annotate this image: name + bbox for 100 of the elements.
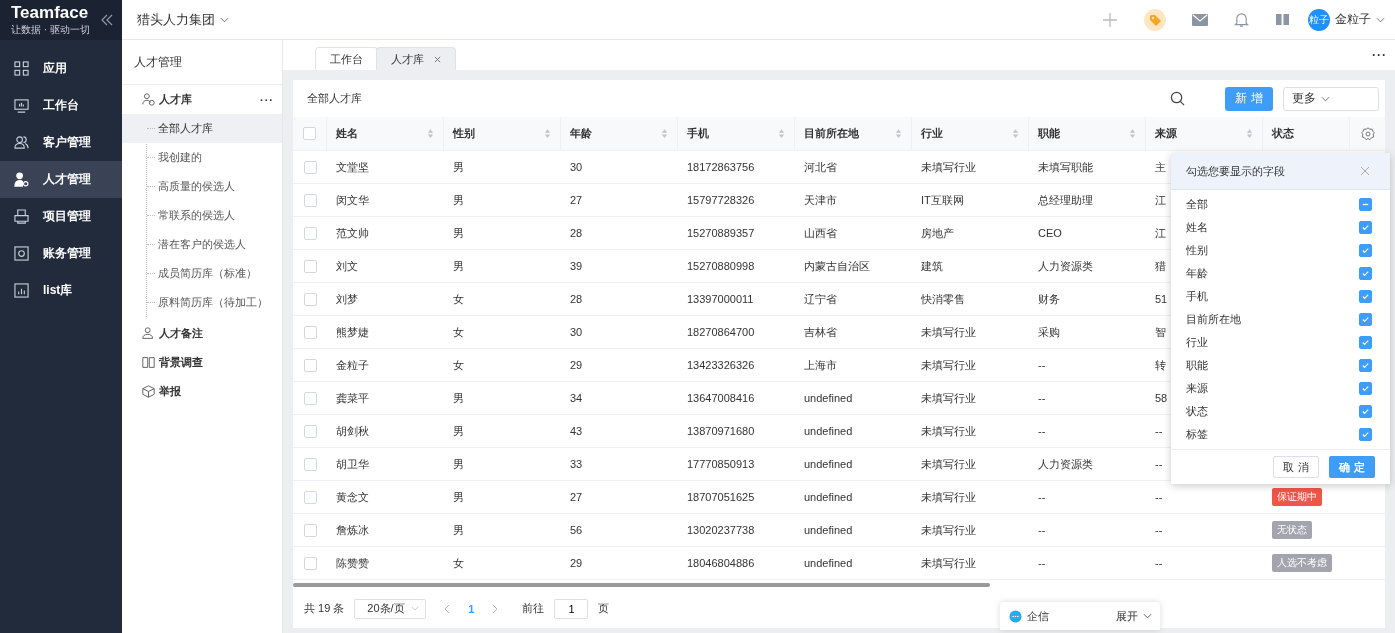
checkbox[interactable] <box>303 424 317 438</box>
checkbox[interactable] <box>1359 428 1372 441</box>
nav-item[interactable]: 人才管理 <box>0 161 122 198</box>
book-icon[interactable] <box>1275 13 1290 26</box>
more-icon[interactable]: ··· <box>260 93 274 106</box>
nav-item[interactable]: 客户管理 <box>0 124 122 161</box>
nav-item[interactable]: 工作台 <box>0 87 122 124</box>
checkbox[interactable] <box>1359 405 1372 418</box>
cancel-button[interactable]: 取 消 <box>1273 456 1319 478</box>
tree-item[interactable]: 高质量的侯选人 <box>122 172 282 201</box>
tree-item[interactable]: 常联系的侯选人 <box>122 201 282 230</box>
table-cell: 财务 <box>1038 291 1060 307</box>
more-button[interactable]: 更多 <box>1283 86 1379 111</box>
close-icon[interactable] <box>434 55 441 63</box>
monitor-icon <box>14 98 29 113</box>
table-cell: -- <box>1038 425 1046 437</box>
checkbox[interactable] <box>303 160 317 174</box>
table-cell: 女 <box>453 357 464 373</box>
add-icon[interactable] <box>1102 11 1118 28</box>
tab[interactable]: 人才库 <box>376 47 456 70</box>
user-menu[interactable]: 粒子 金粒子 <box>1308 8 1385 31</box>
column-header[interactable]: 年龄 <box>561 117 678 150</box>
checkbox[interactable] <box>303 457 317 471</box>
page-input[interactable]: 1 <box>554 598 589 619</box>
search-icon[interactable] <box>1170 91 1185 106</box>
tree-item[interactable]: 原料简历库（待加工） <box>122 288 282 317</box>
sort-icon <box>895 128 902 139</box>
column-header[interactable]: 姓名 <box>327 117 444 150</box>
page-size-select[interactable]: 20条/页 <box>354 598 427 619</box>
tag-icon[interactable] <box>1144 8 1166 31</box>
column-header[interactable]: 行业 <box>912 117 1029 150</box>
close-icon[interactable] <box>1360 166 1370 176</box>
checkbox[interactable] <box>303 193 317 207</box>
column-header[interactable]: 手机 <box>678 117 795 150</box>
table-cell: 智 <box>1155 324 1166 340</box>
checkbox[interactable] <box>303 523 317 537</box>
tree-group[interactable]: 背景调查 <box>122 348 282 377</box>
checkbox[interactable] <box>1359 290 1372 303</box>
table-cell: 39 <box>570 260 583 272</box>
tree-item[interactable]: 潜在客户的侯选人 <box>122 230 282 259</box>
chat-widget[interactable]: 企信 展开 <box>1000 602 1160 630</box>
checkbox[interactable] <box>303 226 317 240</box>
tree-group[interactable]: 人才备注 <box>122 319 282 348</box>
column-header[interactable]: 状态 <box>1263 117 1350 150</box>
nav-item[interactable]: list库 <box>0 272 122 309</box>
more-icon[interactable]: ··· <box>1372 48 1387 62</box>
checkbox[interactable] <box>303 391 317 405</box>
tree-group[interactable]: 举报 <box>122 377 282 406</box>
expand-link[interactable]: 展开 <box>1116 608 1138 624</box>
next-icon[interactable] <box>492 603 499 614</box>
checkbox[interactable] <box>1359 336 1372 349</box>
bell-icon[interactable] <box>1234 12 1249 27</box>
column-header[interactable]: 性别 <box>444 117 561 150</box>
checkbox[interactable] <box>1359 313 1372 326</box>
column-header[interactable]: 来源 <box>1146 117 1263 150</box>
column-header[interactable]: 目前所在地 <box>795 117 912 150</box>
settings-icon[interactable] <box>1360 126 1375 141</box>
table-cell: 未填写行业 <box>921 324 976 340</box>
table-cell: 18172863756 <box>687 161 755 173</box>
field-label: 状态 <box>1186 404 1208 419</box>
collapse-icon[interactable] <box>100 13 114 27</box>
person-icon <box>142 327 155 340</box>
table-cell: 未填写行业 <box>921 522 976 538</box>
scrollbar[interactable] <box>293 582 990 587</box>
company-switcher[interactable]: 猎头人力集团 <box>137 10 229 29</box>
table-cell: 内蒙古自治区 <box>804 258 870 274</box>
book-icon <box>142 356 155 369</box>
nav-item[interactable]: 项目管理 <box>0 198 122 235</box>
checkbox[interactable] <box>303 490 317 504</box>
checkbox[interactable] <box>1359 221 1372 234</box>
checkbox[interactable] <box>303 292 317 306</box>
table-cell: undefined <box>804 557 853 569</box>
tree-item[interactable]: 成员简历库（标准） <box>122 259 282 288</box>
checkbox[interactable] <box>1359 267 1372 280</box>
table-cell: 30 <box>570 326 583 338</box>
nav-item[interactable]: 账务管理 <box>0 235 122 272</box>
nav-item[interactable]: 应用 <box>0 50 122 87</box>
sort-icon <box>544 128 551 139</box>
prev-icon[interactable] <box>444 603 451 614</box>
checkbox[interactable] <box>303 325 317 339</box>
tab[interactable]: 工作台 <box>315 47 378 70</box>
checkbox[interactable] <box>1359 359 1372 372</box>
check-icon <box>1361 430 1370 439</box>
tree-group[interactable]: 人才库 ··· <box>122 85 282 114</box>
checkbox[interactable] <box>1359 244 1372 257</box>
checkbox[interactable] <box>303 259 317 273</box>
chart-icon <box>14 283 29 298</box>
checkbox[interactable] <box>303 556 317 570</box>
checkbox[interactable] <box>303 358 317 372</box>
checkbox[interactable] <box>1359 382 1372 395</box>
table-cell: -- <box>1038 557 1046 569</box>
table-cell: 建筑 <box>921 258 943 274</box>
column-header[interactable]: 职能 <box>1029 117 1146 150</box>
checkbox[interactable] <box>303 127 316 140</box>
table-cell: 闵文华 <box>336 192 369 208</box>
tree-item[interactable]: 我创建的 <box>122 143 282 172</box>
user-name: 金粒子 <box>1335 11 1371 28</box>
mail-icon[interactable] <box>1192 13 1208 26</box>
table-cell: CEO <box>1038 227 1062 239</box>
tree-item[interactable]: 全部人才库 <box>122 114 282 143</box>
